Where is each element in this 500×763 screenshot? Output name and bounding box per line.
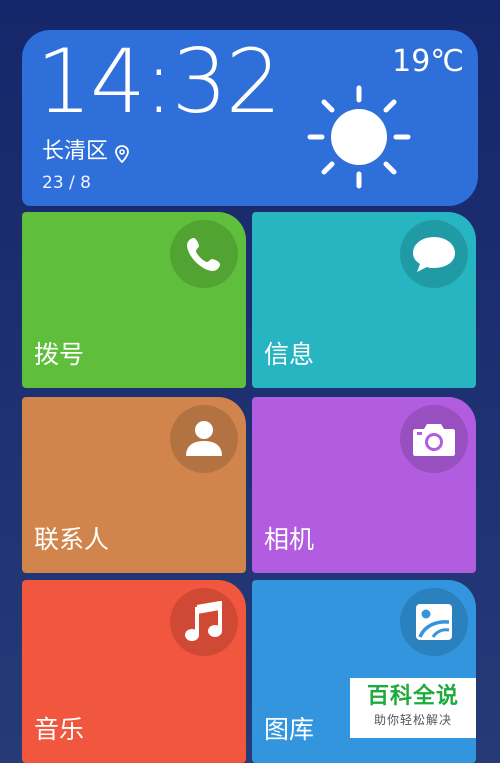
tile-messages[interactable]: 信息 xyxy=(252,212,476,388)
tile-contacts[interactable]: 联系人 xyxy=(22,397,246,573)
tile-label: 信息 xyxy=(264,340,315,369)
watermark-logo: 百科全说 助你轻松解决 xyxy=(350,678,476,738)
map-pin-icon xyxy=(114,143,130,164)
phone-icon xyxy=(170,220,238,288)
tile-label: 音乐 xyxy=(34,715,85,744)
tile-label: 图库 xyxy=(264,715,315,744)
location: 长清区 xyxy=(42,138,130,166)
watermark-subtitle: 助你轻松解决 xyxy=(373,713,452,727)
weather-clock-widget[interactable]: 14:32 19℃ 长清区 23 / 8 xyxy=(22,30,478,206)
tile-label: 拨号 xyxy=(34,340,85,369)
message-bubble-icon xyxy=(400,220,468,288)
tile-camera[interactable]: 相机 xyxy=(252,397,476,573)
home-screen: 14:32 19℃ 长清区 23 / 8 拨号 信息 联系人 相机 音乐 图库 … xyxy=(0,0,500,763)
clock-time: 14:32 xyxy=(36,30,282,133)
gallery-image-icon xyxy=(400,588,468,656)
temperature: 19℃ xyxy=(392,44,464,79)
contact-person-icon xyxy=(170,405,238,473)
tile-music[interactable]: 音乐 xyxy=(22,580,246,763)
camera-icon xyxy=(400,405,468,473)
music-note-icon xyxy=(170,588,238,656)
tile-label: 相机 xyxy=(264,525,315,554)
tile-dial[interactable]: 拨号 xyxy=(22,212,246,388)
sun-icon xyxy=(304,82,414,192)
date: 23 / 8 xyxy=(42,173,91,193)
watermark-title: 百科全说 xyxy=(366,684,459,709)
tile-label: 联系人 xyxy=(34,525,110,554)
location-name: 长清区 xyxy=(42,139,109,164)
